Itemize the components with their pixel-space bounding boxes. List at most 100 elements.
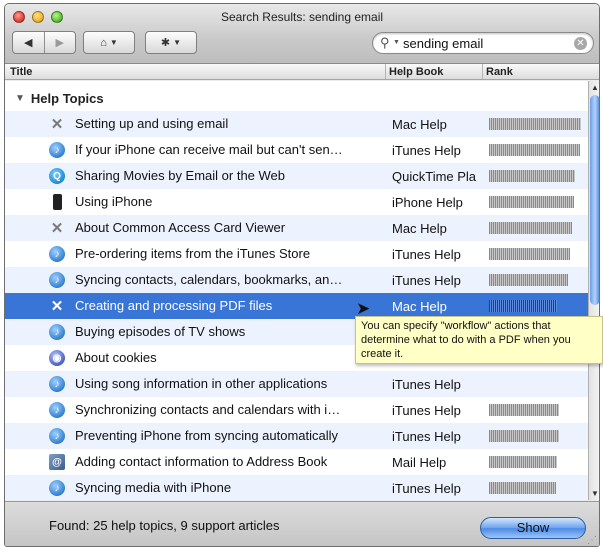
result-help-book: Mac Help [392,299,447,314]
rank-bar [489,430,559,442]
home-menu-button[interactable]: ⌂ ▼ [83,31,135,54]
result-help-book: Mac Help [392,117,447,132]
clear-search-icon[interactable]: ✕ [574,37,587,50]
rank-bar [489,456,557,468]
search-field[interactable]: ⚲ ▼ sending email ✕ [372,32,594,54]
result-title: Setting up and using email [75,116,229,131]
resize-grip-icon[interactable]: ⋰ [587,535,597,546]
result-title: Using iPhone [75,194,153,209]
rank-bar [489,274,568,286]
scroll-down-arrow-icon[interactable]: ▼ [591,489,599,498]
result-row[interactable]: ♪ Preventing iPhone from syncing automati… [5,423,588,449]
action-menu-button[interactable]: ✱ ▼ [145,31,197,54]
result-title: Sharing Movies by Email or the Web [75,168,286,183]
itunes-icon: ♪ [49,324,65,340]
search-icon[interactable]: ⚲ [380,35,390,51]
result-title: About Common Access Card Viewer [75,220,286,235]
column-help-book[interactable]: Help Book [389,66,443,78]
result-help-book: Mail Help [392,455,447,470]
rank-bar [489,404,559,416]
mac-help-icon: ✕ [50,298,64,315]
result-help-book: iTunes Help [392,143,461,158]
result-title: Preventing iPhone from syncing automatic… [75,428,339,443]
result-row[interactable]: ♪ Synchronizing contacts and calendars wi… [5,397,588,423]
disclosure-triangle-icon[interactable]: ▼ [15,93,25,104]
footer-bar: Found: 25 help topics, 9 support article… [5,501,599,546]
address-book-icon: @ [49,454,65,470]
result-row[interactable]: ✕ About Common Access Card Viewer Mac Help [5,215,588,241]
chevron-down-icon: ▼ [393,39,400,46]
group-help-topics[interactable]: ▼ Help Topics [5,85,104,111]
mouse-pointer-icon: ➤ [356,299,371,318]
itunes-icon: ♪ [49,402,65,418]
rank-bar [489,144,580,156]
mac-help-icon: ✕ [50,116,64,133]
result-title: Syncing media with iPhone [75,480,232,495]
iphone-icon [53,194,62,210]
column-divider[interactable] [482,64,483,79]
tooltip: You can specify "workflow" actions that … [355,316,603,364]
result-help-book: iTunes Help [392,481,461,496]
toolbar: Search Results: sending email ◀ ▶ ⌂ ▼ ✱ ▼ … [5,4,599,64]
rank-bar [489,170,575,182]
back-button[interactable]: ◀ [13,32,44,53]
result-row[interactable]: ✕ Setting up and using email Mac Help [5,111,588,137]
mac-help-icon: ✕ [50,220,64,237]
rank-bar [489,196,574,208]
result-help-book: Mac Help [392,221,447,236]
result-row[interactable]: Using iPhone iPhone Help [5,189,588,215]
result-help-book: iTunes Help [392,247,461,262]
results-count: Found: 25 help topics, 9 support article… [49,518,280,533]
group-label: Help Topics [30,90,104,106]
scroll-up-arrow-icon[interactable]: ▲ [591,83,599,92]
itunes-icon: ♪ [49,376,65,392]
result-help-book: iTunes Help [392,429,461,444]
result-row[interactable]: ♪ If your iPhone can receive mail but can… [5,137,588,163]
result-row[interactable]: Q Sharing Movies by Email or the Web Quick… [5,163,588,189]
show-button[interactable]: Show [480,517,586,539]
column-divider[interactable] [385,64,386,79]
rank-bar [489,300,557,312]
result-title: Syncing contacts, calendars, bookmarks, … [75,272,343,287]
column-title[interactable]: Title [10,66,32,78]
gear-icon: ✱ [160,37,171,49]
result-title: Synchronizing contacts and calendars wit… [75,402,341,417]
result-help-book: iTunes Help [392,403,461,418]
result-title: About cookies [75,350,157,365]
safari-icon: ◉ [49,350,65,366]
vertical-scrollbar[interactable]: ▲ ▼ [588,81,599,500]
column-rank[interactable]: Rank [486,66,513,78]
home-icon: ⌂ [100,36,107,49]
itunes-icon: ♪ [49,272,65,288]
forward-button[interactable]: ▶ [43,32,76,53]
rank-bar [489,222,572,234]
chevron-down-icon: ▼ [109,38,118,47]
itunes-icon: ♪ [49,246,65,262]
result-title: If your iPhone can receive mail but can'… [75,142,343,157]
result-help-book: iTunes Help [392,377,461,392]
result-help-book: iTunes Help [392,273,461,288]
result-title: Using song information in other applicat… [75,376,328,391]
search-input[interactable]: sending email [403,36,483,51]
result-row[interactable]: ♪ Pre-ordering items from the iTunes Stor… [5,241,588,267]
help-viewer-window: Search Results: sending email ◀ ▶ ⌂ ▼ ✱ ▼ … [4,3,600,547]
rank-bar [489,482,556,494]
column-header: Title Help Book Rank [5,64,599,80]
itunes-icon: ♪ [49,428,65,444]
result-title: Creating and processing PDF files [75,298,273,313]
rank-bar [489,118,581,130]
result-row[interactable]: ♪ Syncing contacts, calendars, bookmarks,… [5,267,588,293]
result-title: Buying episodes of TV shows [75,324,246,339]
quicktime-icon: Q [49,168,65,184]
result-help-book: iPhone Help [392,195,463,210]
window-title: Search Results: sending email [220,10,384,24]
result-title: Pre-ordering items from the iTunes Store [75,246,311,261]
result-row[interactable]: ♪ Syncing media with iPhone iTunes Help [5,475,588,500]
back-forward-control: ◀ ▶ [12,31,76,54]
chevron-down-icon: ▼ [173,38,182,47]
scrollbar-thumb[interactable] [590,95,599,305]
result-row[interactable]: ♪ Using song information in other applica… [5,371,588,397]
result-title: Adding contact information to Address Bo… [75,454,328,469]
itunes-icon: ♪ [49,142,65,158]
result-row[interactable]: @ Adding contact information to Address B… [5,449,588,475]
